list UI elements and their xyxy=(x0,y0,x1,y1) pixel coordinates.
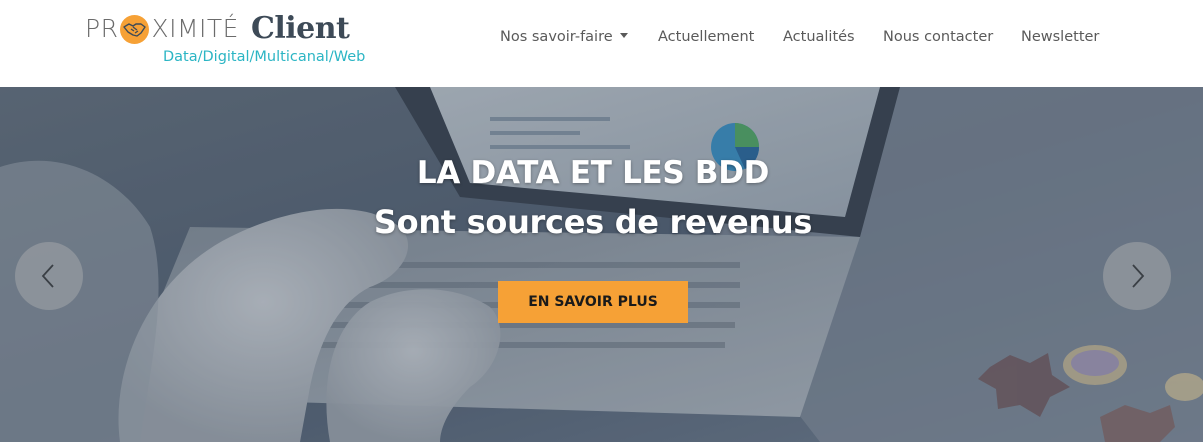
nav-item-actualites[interactable]: Actualités xyxy=(783,29,855,45)
hero-subtitle: Sont sources de revenus xyxy=(373,203,813,241)
hero-title: LA DATA ET LES BDD xyxy=(416,155,770,191)
site-header: PR XIMITÉ Client Data/Digital/Multicanal… xyxy=(0,0,1203,87)
caret-down-icon xyxy=(619,33,628,38)
site-logo[interactable]: PR XIMITÉ Client Data/Digital/Multicanal… xyxy=(85,8,375,70)
nav-item-label: Nous contacter xyxy=(883,29,994,45)
hero-carousel: LA DATA ET LES BDD Sont sources de reven… xyxy=(0,87,1203,442)
nav-item-newsletter[interactable]: Newsletter xyxy=(1021,29,1099,45)
carousel-prev-button[interactable] xyxy=(15,242,83,310)
learn-more-button[interactable]: EN SAVOIR PLUS xyxy=(498,281,688,323)
logo-strong: Client xyxy=(250,10,350,46)
logo-prefix: PR xyxy=(85,13,119,43)
chevron-left-icon xyxy=(41,264,54,288)
nav-item-label: Newsletter xyxy=(1021,29,1100,45)
logo-wordmark: PR XIMITÉ Client xyxy=(85,8,350,48)
carousel-next-button[interactable] xyxy=(1103,242,1171,310)
hero-overlay xyxy=(0,87,1203,442)
nav-item-label: Actuellement xyxy=(658,29,755,45)
handshake-icon xyxy=(119,14,150,45)
nav-item-label: Actualités xyxy=(783,29,855,45)
logo-tagline: Data/Digital/Multicanal/Web xyxy=(163,49,366,65)
chevron-right-icon xyxy=(1132,264,1145,288)
nav-item-nous-contacter[interactable]: Nous contacter xyxy=(883,29,993,45)
nav-item-savoir-faire[interactable]: Nos savoir-faire xyxy=(500,29,628,45)
logo-suffix: XIMITÉ xyxy=(151,13,239,43)
nav-item-actuellement[interactable]: Actuellement xyxy=(658,29,754,45)
nav-item-label: Nos savoir-faire xyxy=(500,29,613,45)
